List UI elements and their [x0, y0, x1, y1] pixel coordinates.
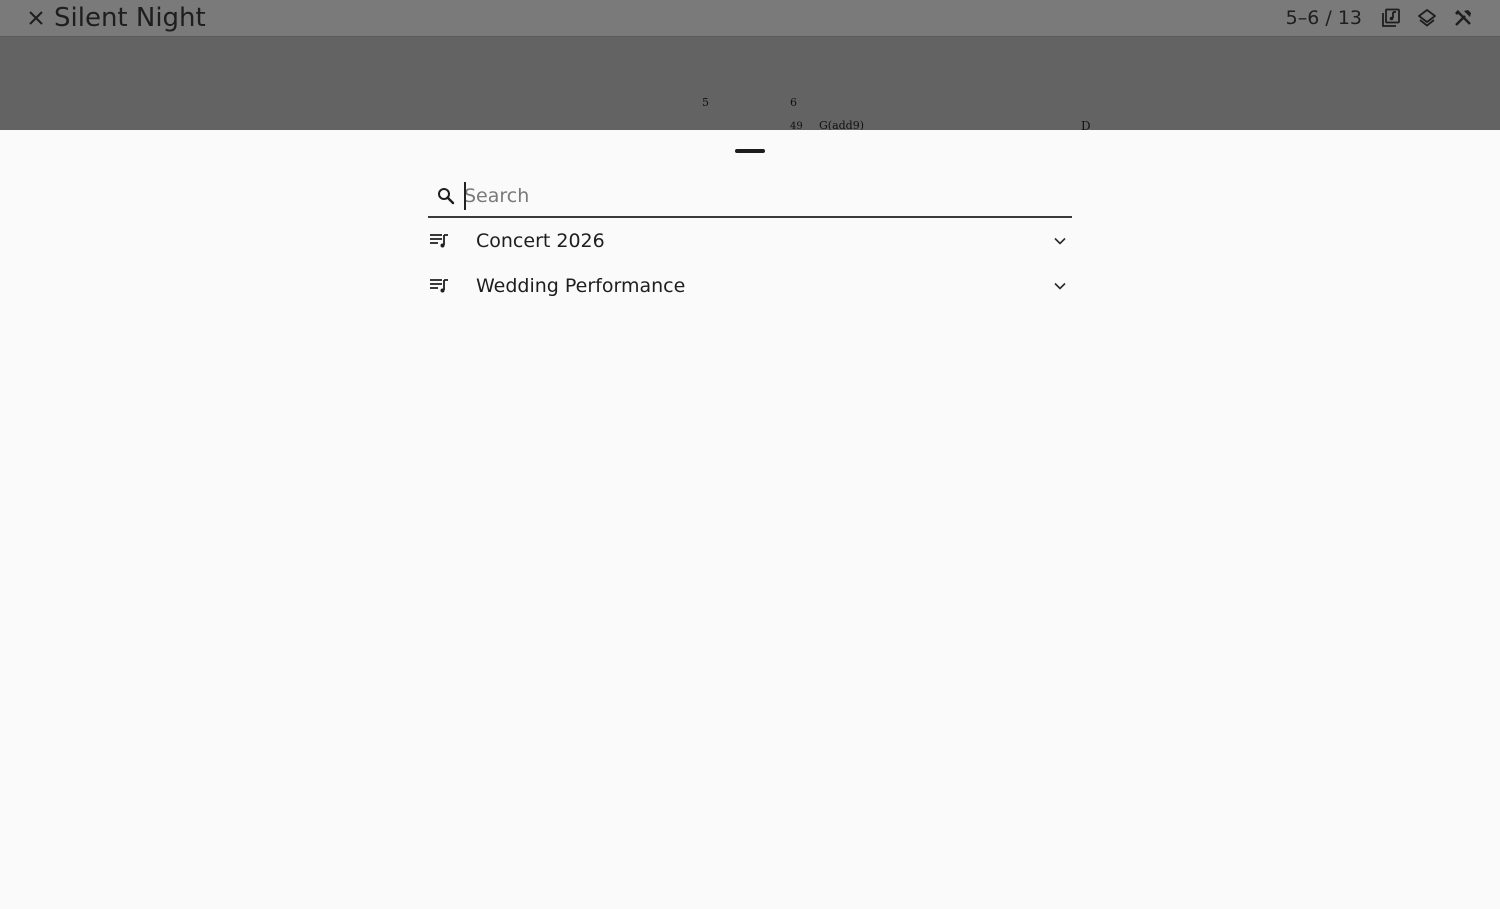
- layers-button[interactable]: [1415, 6, 1439, 30]
- tools-button[interactable]: [1451, 6, 1475, 30]
- chevron-down-icon[interactable]: [1050, 276, 1070, 296]
- setlist-item-concert-2026[interactable]: Concert 2026: [428, 219, 1072, 264]
- setlist-label: Wedding Performance: [476, 275, 686, 297]
- layers-icon: [1418, 9, 1436, 27]
- search-field[interactable]: [428, 174, 1072, 218]
- playlist-music-icon: [430, 234, 448, 248]
- search-icon: [438, 188, 455, 205]
- library-music-icon: [1382, 8, 1400, 27]
- close-button[interactable]: [24, 6, 48, 30]
- library-button[interactable]: [1379, 6, 1403, 30]
- app-bar: Silent Night 5–6 / 13: [0, 0, 1500, 37]
- search-input[interactable]: [464, 180, 1064, 212]
- playlist-music-icon: [430, 279, 448, 293]
- score-backdrop[interactable]: 5 6 49 G(add9) D: [0, 37, 1500, 130]
- close-icon: [29, 11, 43, 25]
- setlist-item-wedding-performance[interactable]: Wedding Performance: [428, 264, 1072, 309]
- chevron-down-icon[interactable]: [1050, 231, 1070, 251]
- tools-icon: [1455, 10, 1471, 26]
- setlist-sheet: Concert 2026 Wedding Performance: [0, 130, 1500, 909]
- text-caret: [464, 182, 466, 210]
- page-indicator: 5–6 / 13: [1285, 7, 1362, 29]
- setlist-label: Concert 2026: [476, 230, 605, 252]
- bar-number: 49: [790, 121, 803, 130]
- setlist-list: Concert 2026 Wedding Performance: [428, 219, 1072, 309]
- measure-number: 6: [790, 96, 797, 109]
- page-title: Silent Night: [54, 3, 206, 33]
- measure-number: 5: [702, 96, 709, 109]
- drag-handle[interactable]: [735, 149, 765, 153]
- chord-symbol: D: [1081, 119, 1091, 130]
- chord-symbol: G(add9): [819, 119, 865, 130]
